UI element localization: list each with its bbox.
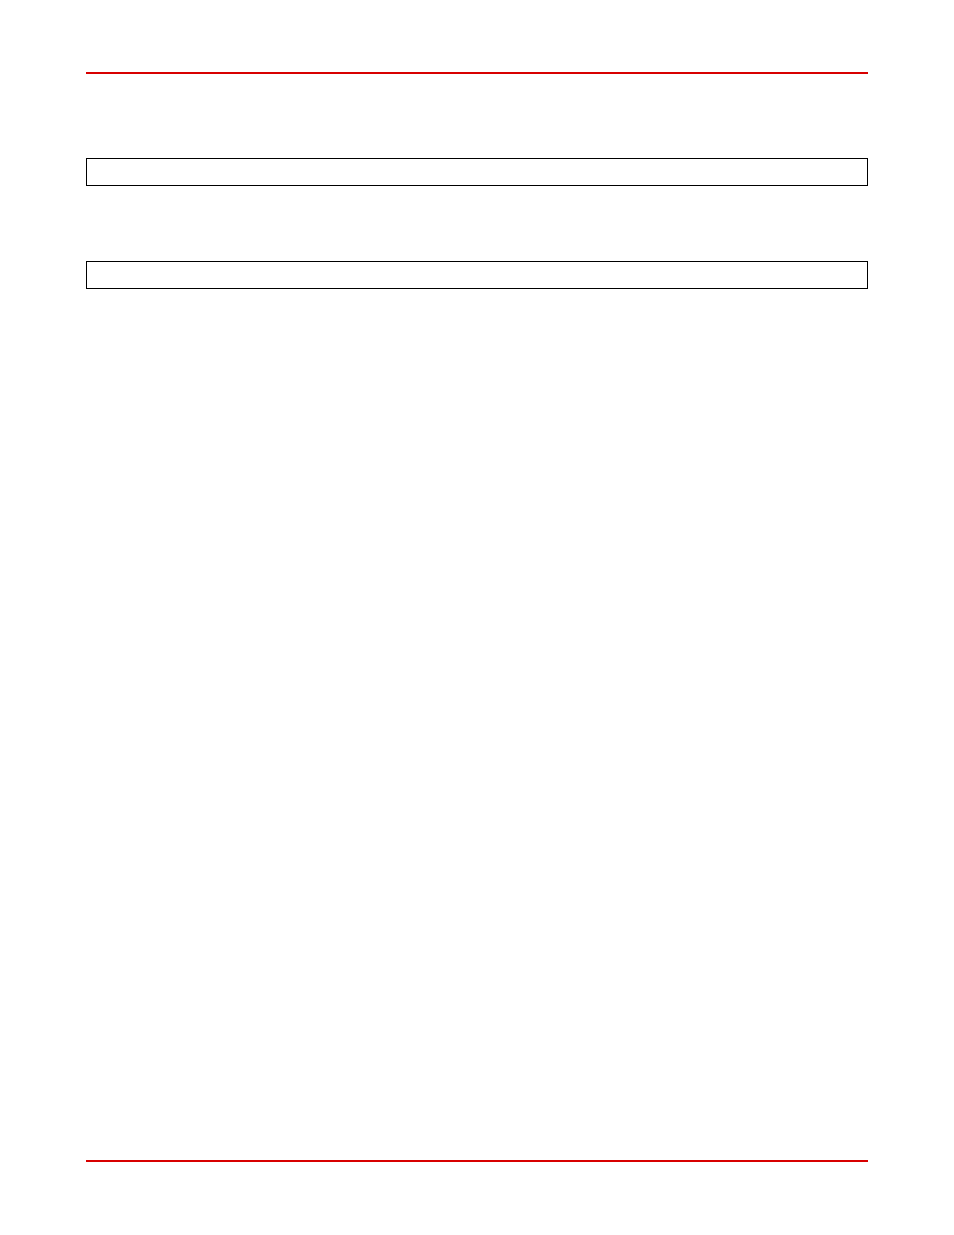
bottom-horizontal-rule <box>86 1160 868 1162</box>
top-horizontal-rule <box>86 72 868 74</box>
text-box-1 <box>86 158 868 186</box>
text-box-2 <box>86 261 868 289</box>
